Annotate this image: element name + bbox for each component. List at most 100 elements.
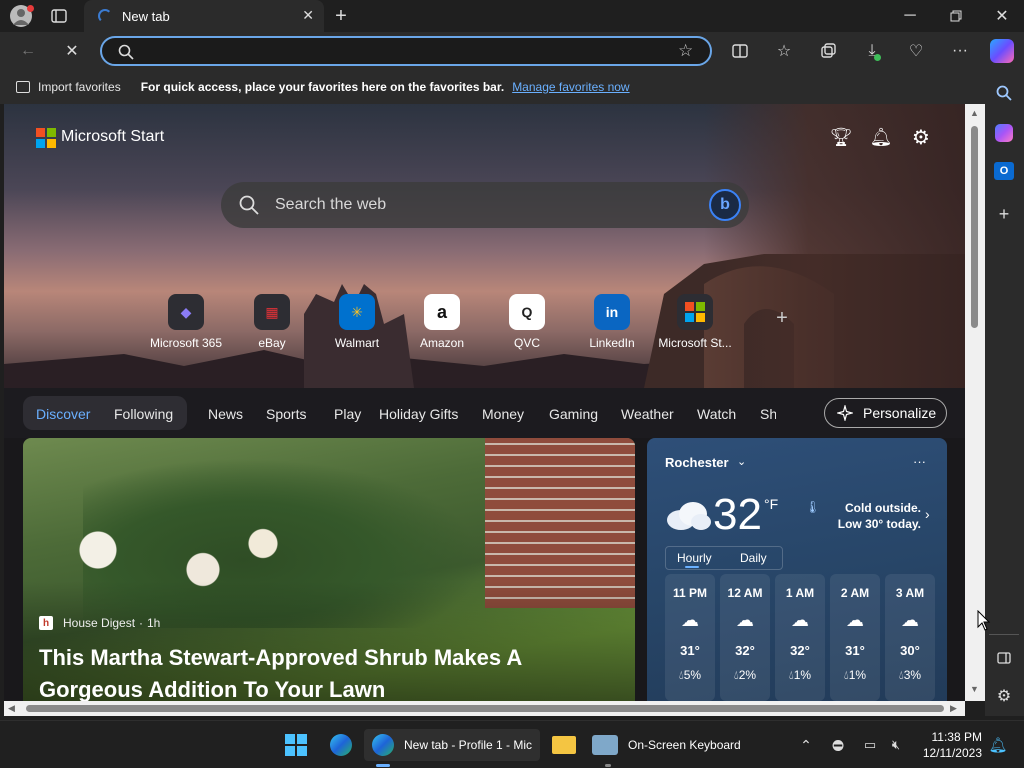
favorite-star-icon[interactable]: ☆: [678, 41, 693, 61]
start-windows-icon[interactable]: [283, 729, 309, 761]
display-icon[interactable]: ▭: [860, 729, 880, 761]
weather-location[interactable]: Rochester: [665, 455, 729, 470]
edge-preview-icon[interactable]: [328, 729, 354, 761]
volume-muted-icon[interactable]: 🔇︎: [886, 729, 906, 761]
shortcut-label: LinkedIn: [589, 336, 635, 350]
nav-holiday-gifts[interactable]: Holiday Gifts: [379, 406, 458, 422]
sidebar-settings-icon[interactable]: ⚙: [994, 686, 1014, 706]
taskbar-onscreen-keyboard[interactable]: On-Screen Keyboard: [592, 729, 762, 761]
hour-temp: 32°: [790, 643, 810, 658]
minimize-button[interactable]: ─: [900, 6, 920, 26]
scroll-right-arrow-icon[interactable]: ▶: [950, 703, 957, 714]
restore-button[interactable]: [946, 6, 966, 26]
back-arrow-icon[interactable]: ←: [18, 41, 38, 61]
nav-following[interactable]: Following: [114, 406, 173, 422]
weather-next-chevron-icon[interactable]: ›: [925, 506, 930, 522]
microsoft-store-icon: [677, 294, 713, 330]
walmart-icon: ✳: [339, 294, 375, 330]
bing-chat-icon[interactable]: b: [709, 189, 741, 221]
taskbar-clock[interactable]: 11:38 PM 12/11/2023: [912, 729, 982, 761]
scroll-down-arrow-icon[interactable]: ▼: [970, 684, 979, 694]
nav-watch[interactable]: Watch: [697, 406, 736, 422]
browser-essentials-icon[interactable]: ♡: [906, 41, 926, 61]
tab-hourly[interactable]: Hourly: [677, 551, 712, 565]
edge-icon: [372, 734, 394, 756]
new-tab-button[interactable]: +: [331, 5, 351, 27]
horizontal-scrollbar[interactable]: ◀ ▶: [4, 701, 965, 716]
shortcut-microsoft365[interactable]: ◆ Microsoft 365: [146, 294, 226, 350]
loading-spinner-icon: [98, 9, 112, 23]
network-disconnected-icon[interactable]: ⛔︎: [828, 729, 848, 761]
stop-loading-icon[interactable]: ✕: [62, 41, 82, 61]
shortcut-label: Walmart: [334, 336, 380, 350]
copilot-icon[interactable]: [990, 39, 1014, 63]
feed-navigation: Discover Following News Sports Play Holi…: [4, 388, 965, 438]
article-card[interactable]: h House Digest · 1h This Martha Stewart-…: [23, 438, 635, 701]
notifications-bell-icon[interactable]: 🔔︎: [870, 126, 893, 148]
manage-favorites-link[interactable]: Manage favorites now: [512, 80, 629, 94]
file-explorer-icon[interactable]: [551, 729, 577, 761]
scrollbar-thumb[interactable]: [971, 126, 978, 328]
new-tab-page: Microsoft Start 🏆︎ 🔔︎ ⚙ Search the web b…: [4, 104, 965, 701]
shortcut-label: QVC: [513, 336, 540, 350]
rewards-trophy-icon[interactable]: 🏆︎: [830, 126, 853, 148]
shortcut-linkedin[interactable]: in LinkedIn: [572, 294, 652, 350]
nav-discover[interactable]: Discover: [36, 406, 90, 422]
split-screen-icon[interactable]: [730, 41, 750, 61]
hour-forecast[interactable]: 1 AM ☁︎ 32° 💧︎1%: [775, 574, 825, 701]
nav-money[interactable]: Money: [482, 406, 524, 422]
hide-sidebar-icon[interactable]: [994, 648, 1014, 668]
thermometer-icon: 🌡︎: [805, 500, 821, 514]
nav-weather[interactable]: Weather: [621, 406, 674, 422]
weather-more-options-icon[interactable]: ···: [913, 454, 926, 469]
shortcut-walmart[interactable]: ✳ Walmart: [317, 294, 397, 350]
address-bar[interactable]: ☆: [100, 36, 712, 66]
hour-forecast[interactable]: 12 AM ☁︎ 32° 💧︎2%: [720, 574, 770, 701]
sidebar-search-icon[interactable]: [993, 82, 1015, 104]
nav-sports[interactable]: Sports: [266, 406, 306, 422]
web-search-box[interactable]: Search the web b: [221, 182, 749, 228]
horizontal-scrollbar-thumb[interactable]: [26, 705, 944, 712]
more-menu-icon[interactable]: ···: [950, 41, 970, 61]
hour-temp: 32°: [735, 643, 755, 658]
import-favorites-button[interactable]: Import favorites: [38, 80, 121, 94]
nav-play[interactable]: Play: [334, 406, 361, 422]
taskbar-edge-window[interactable]: New tab - Profile 1 - Mic: [364, 729, 540, 761]
location-chevron-down-icon[interactable]: ⌄: [737, 455, 746, 468]
tab-daily[interactable]: Daily: [740, 551, 767, 565]
favorites-bar: Import favorites For quick access, place…: [0, 70, 985, 104]
scroll-left-arrow-icon[interactable]: ◀: [8, 703, 15, 714]
sidebar-microsoft365-icon[interactable]: [995, 124, 1013, 142]
add-shortcut-icon[interactable]: +: [772, 307, 792, 329]
tab-new-tab[interactable]: New tab ✕: [84, 0, 324, 32]
nav-shopping[interactable]: Sh: [760, 406, 776, 422]
article-headline[interactable]: This Martha Stewart-Approved Shrub Makes…: [39, 642, 599, 701]
page-settings-gear-icon[interactable]: ⚙: [910, 126, 932, 149]
nav-gaming[interactable]: Gaming: [549, 406, 598, 422]
hour-precip: 💧︎1%: [788, 668, 812, 682]
hour-forecast[interactable]: 2 AM ☁︎ 31° 💧︎1%: [830, 574, 880, 701]
notification-bell-icon[interactable]: 🔔︎: [988, 729, 1008, 761]
show-hidden-icons-chevron-icon[interactable]: ⌃: [798, 729, 814, 761]
scroll-up-arrow-icon[interactable]: ▲: [970, 108, 979, 118]
tab-close-icon[interactable]: ✕: [302, 7, 314, 24]
sidebar-add-icon[interactable]: +: [994, 204, 1014, 224]
shortcut-qvc[interactable]: Q QVC: [487, 294, 567, 350]
tab-actions-icon[interactable]: [50, 8, 68, 24]
partly-cloudy-night-icon: ☁︎: [846, 610, 864, 630]
hour-forecast[interactable]: 11 PM ☁︎ 31° 💧︎5%: [665, 574, 715, 701]
shortcut-microsoft-store[interactable]: Microsoft St...: [655, 294, 735, 350]
brand-title[interactable]: Microsoft Start: [61, 128, 164, 146]
hour-forecast[interactable]: 3 AM ☁︎ 30° 💧︎3%: [885, 574, 935, 701]
sidebar-outlook-icon[interactable]: O: [994, 162, 1014, 180]
shortcut-ebay[interactable]: ▦ eBay: [232, 294, 312, 350]
profile-status-dot: [27, 5, 34, 12]
weather-card[interactable]: Rochester ⌄ ··· 32 °F 🌡︎ Cold outside. L…: [647, 438, 947, 701]
nav-news[interactable]: News: [208, 406, 243, 422]
close-window-button[interactable]: ✕: [992, 6, 1012, 26]
favorites-icon[interactable]: ☆: [774, 41, 794, 61]
personalize-button[interactable]: Personalize: [824, 398, 947, 428]
collections-icon[interactable]: [818, 41, 838, 61]
shortcut-amazon[interactable]: a Amazon: [402, 294, 482, 350]
keyboard-icon: [592, 735, 618, 755]
